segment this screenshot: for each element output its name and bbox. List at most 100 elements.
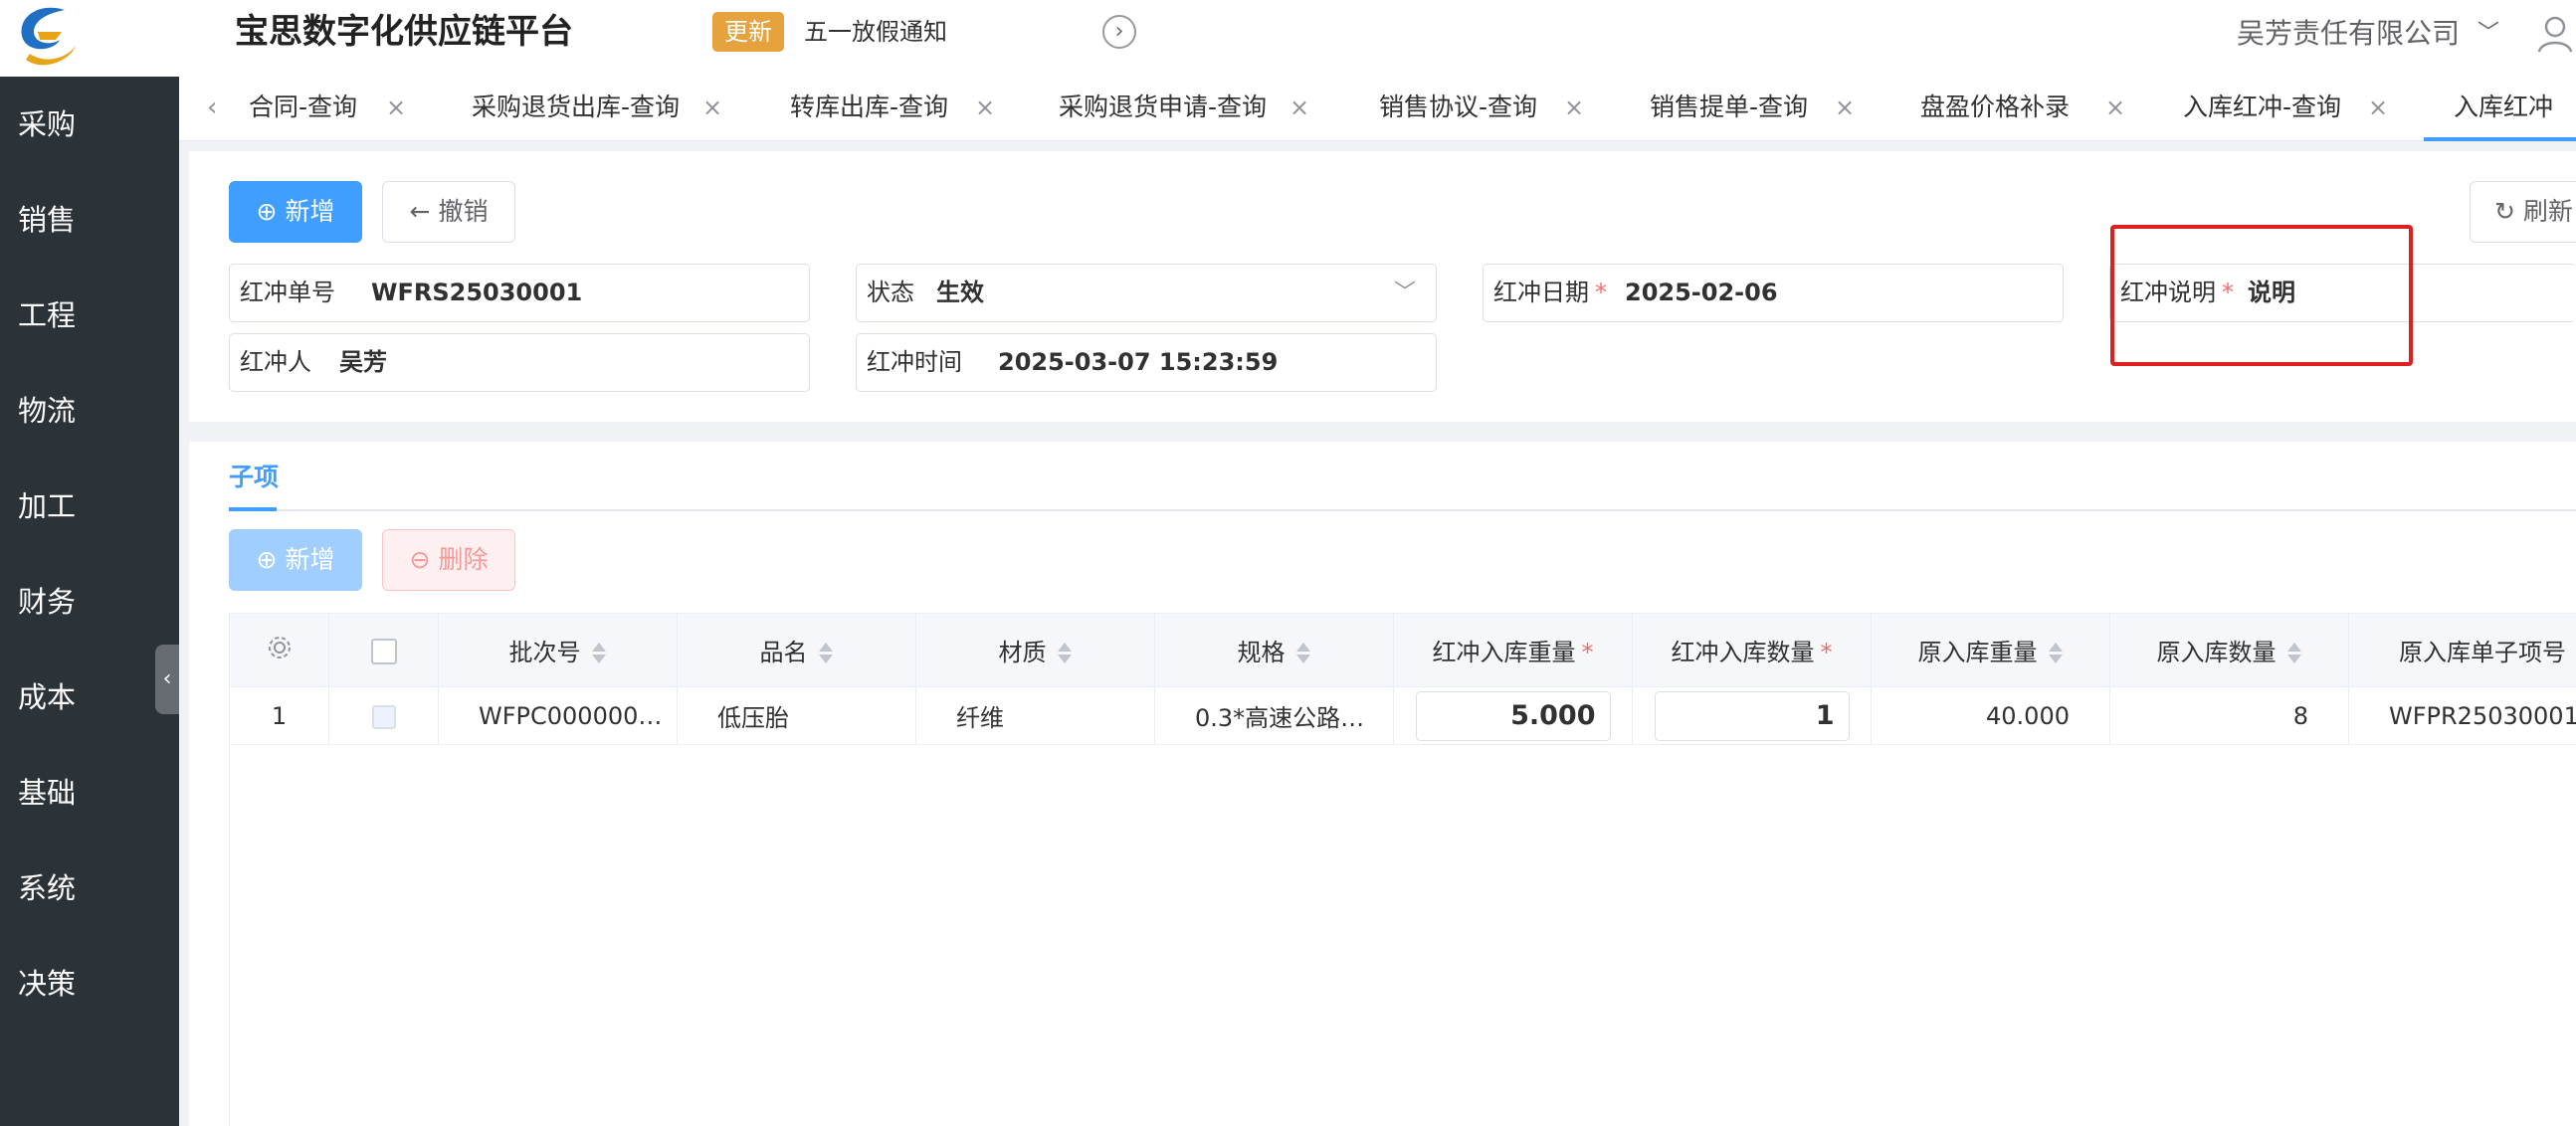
tab-label: 入库红冲-查询: [2183, 93, 2342, 121]
chevron-right-icon[interactable]: ›: [1102, 15, 1136, 49]
close-icon[interactable]: ×: [1564, 77, 1584, 138]
status-select[interactable]: 状态 生效 ﹀: [856, 264, 1437, 322]
sort-icon[interactable]: [818, 642, 834, 665]
cell-red-qty[interactable]: 1: [1632, 686, 1872, 745]
highlight-annotation: [2110, 225, 2413, 366]
table-header-row: 批次号 品名 材质 规格 红冲入库重量 * 红冲入库数量 * 原入库重量 原入库数量…: [229, 613, 2576, 687]
reversal-date-label: 红冲日期 *: [1493, 279, 1607, 306]
refresh-icon: ↻: [2494, 197, 2515, 226]
tabs-scroll-left-icon[interactable]: ‹: [207, 77, 217, 138]
sidebar-item-decision[interactable]: 决策: [0, 936, 179, 1032]
close-icon[interactable]: ×: [2368, 77, 2388, 138]
sidebar-item-sales[interactable]: 销售: [0, 172, 179, 268]
tab-sales-agreement-query[interactable]: 销售协议-查询 ×: [1379, 77, 1588, 141]
reversal-person-label: 红冲人: [240, 348, 311, 376]
sort-icon[interactable]: [2048, 642, 2064, 665]
column-material[interactable]: 材质: [915, 613, 1155, 687]
cell-red-weight[interactable]: 5.000: [1393, 686, 1633, 745]
reversal-time-label: 红冲时间: [867, 348, 962, 376]
subitems-table: 批次号 品名 材质 规格 红冲入库重量 * 红冲入库数量 * 原入库重量 原入库数量…: [229, 613, 2576, 745]
subitem-add-button[interactable]: ⊕ 新增: [229, 529, 362, 591]
add-button[interactable]: ⊕ 新增: [229, 181, 362, 243]
column-orig-weight[interactable]: 原入库重量: [1871, 613, 2110, 687]
tab-purchase-return-out-query[interactable]: 采购退货出库-查询 ×: [472, 77, 722, 141]
table-empty-area: [229, 744, 2576, 1126]
close-icon[interactable]: ×: [975, 77, 995, 138]
tab-subitems[interactable]: 子项: [229, 458, 279, 497]
column-red-weight: 红冲入库重量 *: [1393, 613, 1633, 687]
sidebar-item-purchase[interactable]: 采购: [0, 77, 179, 172]
tab-sales-delivery-query[interactable]: 销售提单-查询 ×: [1650, 77, 1859, 141]
tab-transfer-out-query[interactable]: 转库出库-查询 ×: [790, 77, 995, 141]
column-orig-sub-no[interactable]: 原入库单子项号: [2348, 613, 2576, 687]
sidebar-collapse-button[interactable]: ‹: [155, 645, 179, 714]
notice-text[interactable]: 五一放假通知: [804, 12, 947, 52]
column-product-name[interactable]: 品名: [677, 613, 916, 687]
sort-icon[interactable]: [1057, 642, 1073, 665]
column-spec[interactable]: 规格: [1154, 613, 1394, 687]
revoke-button[interactable]: ← 撤销: [382, 181, 515, 243]
column-settings-icon[interactable]: [229, 613, 329, 687]
tab-inbound-reversal[interactable]: 入库红冲: [2424, 77, 2576, 141]
reversal-time-field[interactable]: 红冲时间 2025-03-07 15:23:59: [856, 333, 1437, 392]
sidebar-item-logistics[interactable]: 物流: [0, 363, 179, 459]
sidebar: 采购 销售 工程 物流 加工 财务 成本 基础 系统 决策: [0, 77, 179, 1126]
row-index: 1: [229, 686, 329, 745]
cell-spec: 0.3*高速公路…: [1154, 686, 1394, 745]
sidebar-item-processing[interactable]: 加工: [0, 459, 179, 554]
top-bar: 宝思数字化供应链平台 更新 五一放假通知 › 吴芳责任有限公司 ﹀: [0, 0, 2576, 77]
user-icon[interactable]: [2535, 14, 2575, 54]
reversal-date-field[interactable]: 红冲日期 * 2025-02-06: [1483, 264, 2064, 322]
red-weight-input[interactable]: 5.000: [1415, 690, 1611, 741]
reversal-person-field[interactable]: 红冲人 吴芳: [229, 333, 810, 392]
sidebar-item-system[interactable]: 系统: [0, 841, 179, 936]
tab-label: 销售协议-查询: [1379, 93, 1538, 121]
sidebar-item-finance[interactable]: 财务: [0, 554, 179, 650]
update-badge[interactable]: 更新: [712, 12, 784, 52]
select-all-checkbox[interactable]: [328, 613, 439, 687]
chevron-down-icon[interactable]: ﹀: [2477, 12, 2499, 56]
chevron-down-icon: ﹀: [1393, 281, 1416, 305]
sort-icon[interactable]: [591, 642, 607, 665]
cell-material: 纤维: [915, 686, 1155, 745]
sort-icon[interactable]: [1295, 642, 1311, 665]
minus-circle-icon: ⊖: [409, 545, 431, 574]
tab-purchase-return-request-query[interactable]: 采购退货申请-查询 ×: [1059, 77, 1317, 141]
sidebar-item-engineering[interactable]: 工程: [0, 268, 179, 363]
status-label: 状态: [867, 279, 914, 306]
checkbox[interactable]: [371, 704, 396, 729]
close-icon[interactable]: ×: [386, 77, 406, 138]
cell-product-name: 低压胎: [677, 686, 916, 745]
close-icon[interactable]: ×: [702, 77, 722, 138]
reversal-person-value: 吴芳: [339, 348, 387, 376]
column-orig-qty[interactable]: 原入库数量: [2109, 613, 2349, 687]
row-checkbox[interactable]: [328, 686, 439, 745]
column-batch-no[interactable]: 批次号: [438, 613, 678, 687]
table-row[interactable]: 1 WFPC000000… 低压胎 纤维 0.3*高速公路… 5.000 1 4…: [229, 686, 2576, 745]
refresh-button[interactable]: ↻ 刷新: [2470, 181, 2576, 243]
active-tab-indicator: [229, 507, 277, 511]
company-selector[interactable]: 吴芳责任有限公司: [2237, 12, 2460, 56]
checkbox[interactable]: [370, 638, 397, 664]
cell-orig-qty: 8: [2109, 686, 2349, 745]
cell-batch-no: WFPC000000…: [438, 686, 678, 745]
subitem-delete-button[interactable]: ⊖ 删除: [382, 529, 515, 591]
tab-label: 采购退货申请-查询: [1059, 93, 1268, 121]
sidebar-item-basics[interactable]: 基础: [0, 745, 179, 841]
order-no-field[interactable]: 红冲单号 WFRS25030001: [229, 264, 810, 322]
close-icon[interactable]: ×: [1289, 77, 1309, 138]
red-qty-input[interactable]: 1: [1654, 690, 1850, 741]
tab-contract-query[interactable]: 合同-查询 ×: [249, 77, 418, 141]
close-icon[interactable]: ×: [1835, 77, 1855, 138]
subitems-panel: 子项 ⊕ 新增 ⊖ 删除 批次号 品名 材质 规格 红冲入库重量 * 红冲入库数…: [189, 442, 2576, 1126]
tab-inbound-reversal-query[interactable]: 入库红冲-查询 ×: [2183, 77, 2392, 141]
column-red-qty: 红冲入库数量 *: [1632, 613, 1872, 687]
tab-label: 销售提单-查询: [1650, 93, 1809, 121]
sort-icon[interactable]: [2286, 642, 2302, 665]
tab-inventory-surplus-price[interactable]: 盘盈价格补录 ×: [1920, 77, 2125, 141]
reversal-time-value: 2025-03-07 15:23:59: [998, 348, 1279, 376]
close-icon[interactable]: ×: [2105, 77, 2125, 138]
arrow-left-icon: ←: [409, 197, 431, 226]
sidebar-item-cost[interactable]: 成本: [0, 650, 179, 745]
order-no-value: WFRS25030001: [371, 279, 583, 306]
